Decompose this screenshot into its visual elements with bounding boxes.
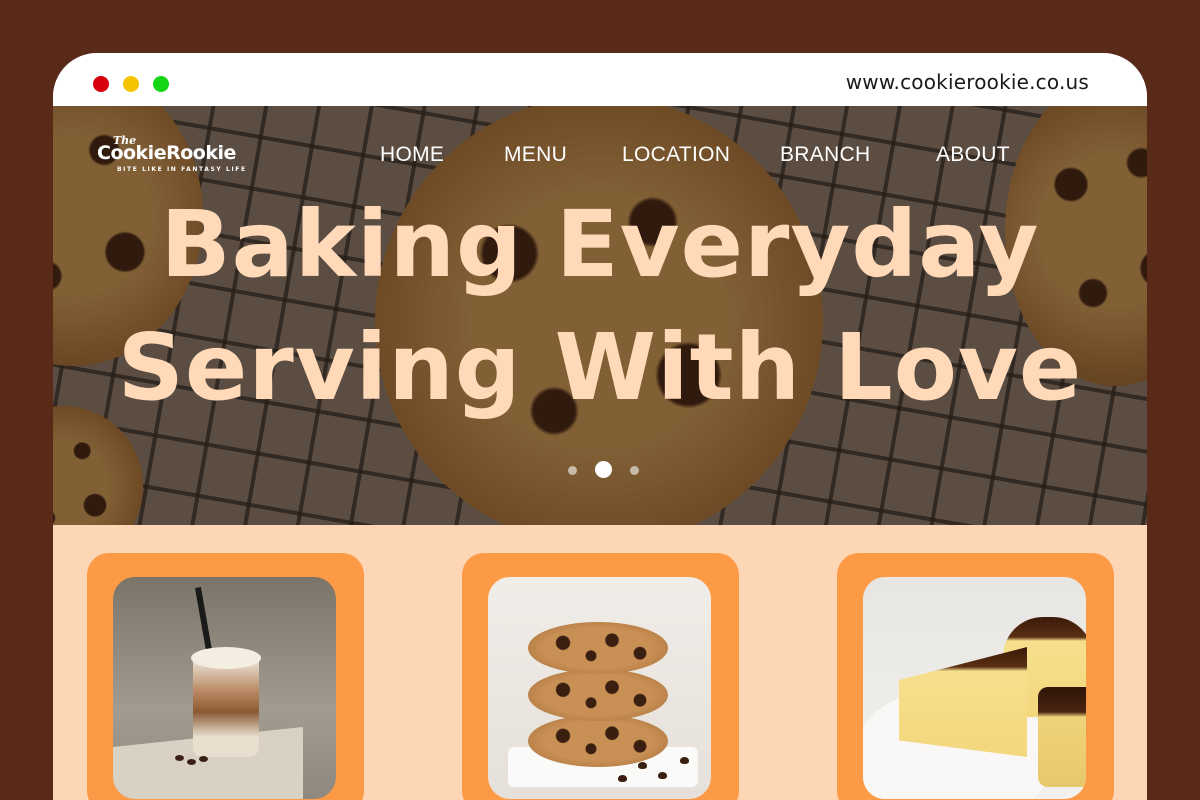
nav-menu[interactable]: MENU bbox=[504, 143, 567, 167]
coffee-cup bbox=[193, 657, 259, 757]
nav-location[interactable]: LOCATION bbox=[622, 143, 730, 167]
hero-headline-line2: Serving With Love bbox=[117, 314, 1083, 421]
carousel-dot-3[interactable] bbox=[630, 466, 639, 475]
cookie bbox=[528, 622, 668, 674]
cheesecake-slice bbox=[899, 647, 1027, 757]
chocolate-chip bbox=[618, 775, 627, 782]
minimize-window-button[interactable] bbox=[123, 76, 139, 92]
featured-products-section bbox=[53, 525, 1147, 800]
cookie bbox=[528, 669, 668, 721]
product-card-cookies[interactable] bbox=[462, 553, 739, 800]
cookie bbox=[528, 715, 668, 767]
cheesecake-slice bbox=[1038, 687, 1086, 787]
chocolate-chip bbox=[658, 772, 667, 779]
carousel-dot-2-active[interactable] bbox=[595, 461, 612, 478]
maximize-window-button[interactable] bbox=[153, 76, 169, 92]
logo-tagline: BITE LIKE IN FANTASY LIFE bbox=[117, 166, 247, 173]
carousel-dot-1[interactable] bbox=[568, 466, 577, 475]
cookies-photo bbox=[488, 577, 711, 799]
cheesecake-photo bbox=[863, 577, 1086, 799]
browser-window: www.cookierookie.co.us The CookieRookie … bbox=[53, 53, 1147, 800]
coffee-bean bbox=[175, 755, 184, 761]
chocolate-chip bbox=[680, 757, 689, 764]
address-bar-url[interactable]: www.cookierookie.co.us bbox=[846, 70, 1089, 94]
hero-banner: The CookieRookie BITE LIKE IN FANTASY LI… bbox=[53, 106, 1147, 525]
coffee-foam bbox=[191, 647, 261, 669]
nav-home[interactable]: HOME bbox=[380, 143, 444, 167]
iced-coffee-photo bbox=[113, 577, 336, 799]
product-card-cheesecake[interactable] bbox=[837, 553, 1114, 800]
straw bbox=[194, 587, 214, 657]
coffee-bean bbox=[187, 759, 196, 765]
nav-about[interactable]: ABOUT bbox=[936, 143, 1010, 167]
logo-name: CookieRookie bbox=[97, 142, 236, 164]
product-card-iced-coffee[interactable] bbox=[87, 553, 364, 800]
chocolate-chip bbox=[638, 762, 647, 769]
hero-headline-line1: Baking Everyday bbox=[160, 191, 1040, 298]
close-window-button[interactable] bbox=[93, 76, 109, 92]
coffee-bean bbox=[199, 756, 208, 762]
brand-logo[interactable]: The CookieRookie BITE LIKE IN FANTASY LI… bbox=[97, 134, 257, 176]
browser-titlebar: www.cookierookie.co.us bbox=[53, 53, 1147, 106]
nav-branch[interactable]: BRANCH bbox=[780, 143, 870, 167]
